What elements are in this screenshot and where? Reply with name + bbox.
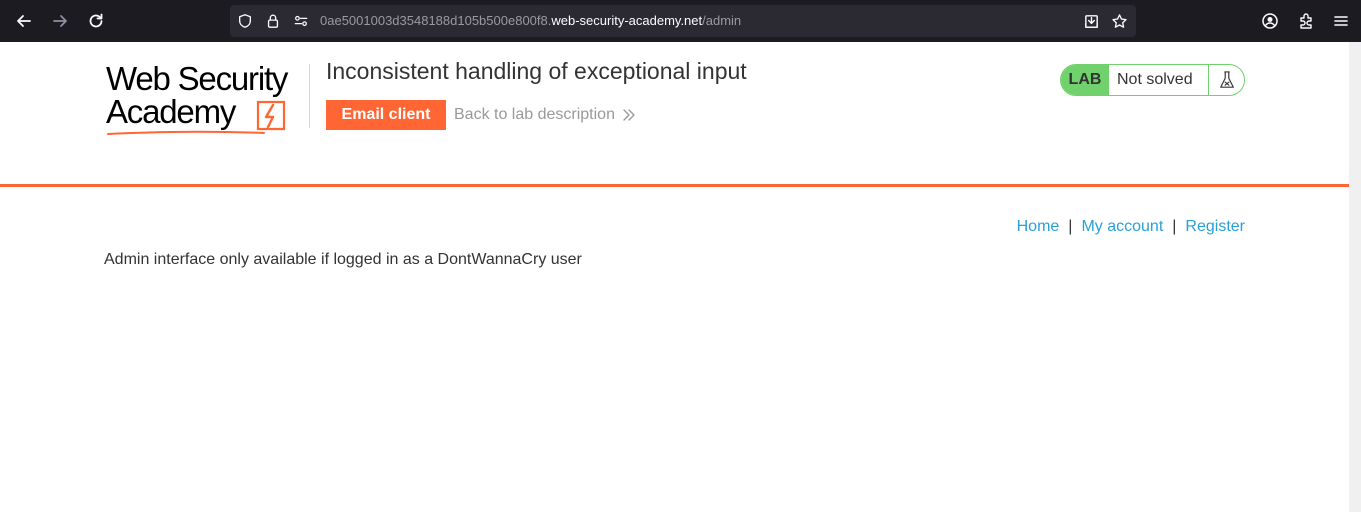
- flask-icon: [1209, 65, 1244, 95]
- page-content: Web Security Academy Inconsistent handli…: [0, 42, 1349, 512]
- menu-icon[interactable]: [1330, 10, 1352, 32]
- browser-toolbar: 0ae5001003d3548188d105b500e800f8.web-sec…: [0, 0, 1361, 42]
- scrollbar[interactable]: [1349, 42, 1361, 512]
- logo-line1: Web Security: [106, 60, 288, 97]
- lab-status-widget: LAB Not solved: [1060, 64, 1245, 96]
- back-to-lab-description-link[interactable]: Back to lab description: [454, 106, 615, 124]
- lab-tag: LAB: [1061, 65, 1109, 95]
- web-security-academy-logo[interactable]: Web Security Academy: [106, 60, 306, 135]
- download-page-icon[interactable]: [1082, 12, 1100, 30]
- bookmark-star-icon[interactable]: [1110, 12, 1128, 30]
- admin-access-message: Admin interface only available if logged…: [104, 251, 582, 268]
- nav-home-link[interactable]: Home: [1017, 218, 1060, 235]
- lab-title: Inconsistent handling of exceptional inp…: [326, 58, 747, 84]
- forward-arrow-icon[interactable]: [48, 9, 72, 33]
- double-chevron-right-icon[interactable]: [622, 107, 636, 123]
- account-icon[interactable]: [1259, 10, 1281, 32]
- lock-icon[interactable]: [264, 12, 282, 30]
- header-rule: [0, 184, 1349, 187]
- header-divider: [309, 64, 310, 128]
- nav-separator: |: [1068, 218, 1073, 235]
- top-nav: Home | My account | Register: [1017, 218, 1245, 236]
- logo-line2: Academy: [106, 93, 236, 130]
- shield-icon[interactable]: [236, 12, 254, 30]
- url-host: web-security-academy.net: [551, 13, 703, 28]
- nav-separator: |: [1172, 218, 1177, 235]
- lab-status-text: Not solved: [1109, 65, 1209, 95]
- nav-register-link[interactable]: Register: [1185, 218, 1245, 235]
- back-arrow-icon[interactable]: [12, 9, 36, 33]
- email-client-button[interactable]: Email client: [326, 100, 446, 130]
- extensions-icon[interactable]: [1295, 10, 1317, 32]
- url-text[interactable]: 0ae5001003d3548188d105b500e800f8.web-sec…: [320, 13, 741, 28]
- url-path: /admin: [702, 13, 742, 28]
- url-prefix: 0ae5001003d3548188d105b500e800f8.: [320, 13, 552, 28]
- lightning-bolt-icon: [256, 100, 286, 131]
- permissions-icon[interactable]: [292, 12, 310, 30]
- logo-swoosh: [107, 130, 265, 135]
- nav-my-account-link[interactable]: My account: [1081, 218, 1163, 235]
- url-bar[interactable]: 0ae5001003d3548188d105b500e800f8.web-sec…: [230, 5, 1136, 37]
- reload-icon[interactable]: [84, 9, 108, 33]
